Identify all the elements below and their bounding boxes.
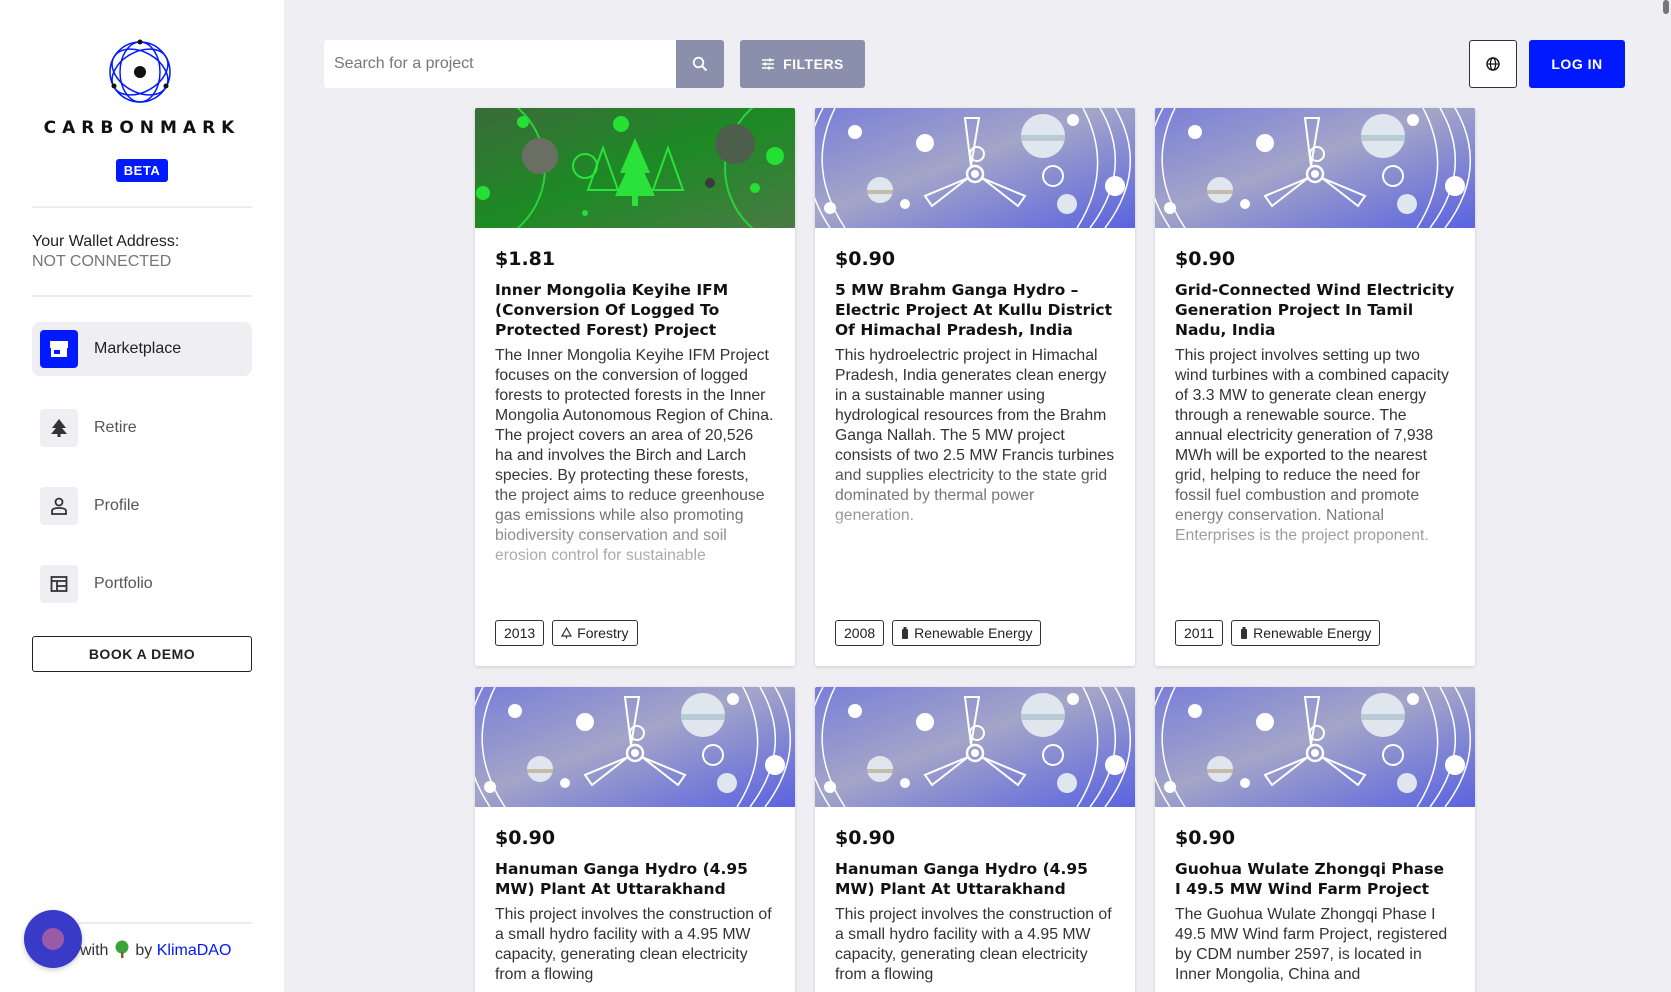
project-price: $0.90	[495, 827, 556, 849]
project-description: This project involves the construction o…	[495, 906, 772, 983]
category-label: Forestry	[577, 625, 629, 641]
divider	[32, 206, 252, 208]
category-label: Renewable Energy	[914, 625, 1033, 641]
search-icon	[692, 56, 708, 72]
project-description: The Inner Mongolia Keyihe IFM Project fo…	[495, 347, 774, 564]
nav-label: Marketplace	[94, 340, 182, 357]
project-price: $0.90	[1175, 827, 1236, 849]
language-button[interactable]	[1469, 40, 1517, 88]
category-tag: Renewable Energy	[892, 620, 1042, 646]
chat-launcher-button[interactable]	[24, 910, 82, 968]
search-button[interactable]	[676, 40, 724, 88]
project-price: $0.90	[835, 827, 896, 849]
nav-item-portfolio[interactable]: Portfolio	[32, 557, 252, 611]
project-description: This project involves the construction o…	[835, 906, 1112, 983]
project-card[interactable]: $0.90 Guohua Wulate Zhongqi Phase I 49.5…	[1155, 687, 1475, 992]
scrollbar-thumb[interactable]	[1663, 0, 1669, 14]
project-price: $0.90	[1175, 248, 1236, 270]
nav-item-marketplace[interactable]: Marketplace	[32, 322, 252, 376]
category-tag: Renewable Energy	[1231, 620, 1381, 646]
project-card[interactable]: $0.90 5 MW Brahm Ganga Hydro – Electric …	[815, 108, 1135, 666]
energy-banner-image	[815, 687, 1135, 807]
project-title: Grid-Connected Wind Electricity Generati…	[1175, 281, 1455, 339]
project-title: Guohua Wulate Zhongqi Phase I 49.5 MW Wi…	[1175, 860, 1445, 898]
project-tags: 2008 Renewable Energy	[835, 620, 1042, 646]
vintage-year-tag: 2013	[495, 620, 545, 646]
person-icon	[40, 487, 78, 525]
brand-name: CARBONMARK	[43, 118, 241, 138]
search-input[interactable]	[334, 55, 676, 73]
battery-icon	[1241, 627, 1248, 639]
vintage-year-tag: 2011	[1175, 620, 1224, 646]
by-text: by	[135, 942, 153, 959]
project-title: Hanuman Ganga Hydro (4.95 MW) Plant At U…	[835, 860, 1088, 898]
project-price: $0.90	[835, 248, 896, 270]
filters-button[interactable]: FILTERS	[740, 40, 865, 88]
sidebar: CARBONMARK BETA Your Wallet Address: NOT…	[0, 0, 284, 992]
book-demo-button[interactable]: BOOK A DEMO	[32, 636, 252, 672]
category-tag: Forestry	[552, 620, 638, 646]
klimadao-link[interactable]: KlimaDAO	[157, 942, 232, 959]
project-title: Inner Mongolia Keyihe IFM (Conversion Of…	[495, 281, 729, 339]
store-icon	[40, 330, 78, 368]
carbonmark-logo-icon[interactable]	[104, 36, 176, 108]
forestry-banner-image	[475, 108, 795, 228]
sliders-icon	[762, 58, 775, 70]
globe-icon	[1486, 57, 1500, 71]
portfolio-icon	[40, 565, 78, 603]
project-card[interactable]: $1.81 Inner Mongolia Keyihe IFM (Convers…	[475, 108, 795, 666]
nav-label: Portfolio	[94, 575, 153, 592]
made-with-text: with	[80, 942, 109, 959]
chat-icon	[42, 928, 64, 950]
energy-banner-image	[1155, 687, 1475, 807]
project-card[interactable]: $0.90 Hanuman Ganga Hydro (4.95 MW) Plan…	[815, 687, 1135, 992]
project-description: The Guohua Wulate Zhongqi Phase I 49.5 M…	[1175, 906, 1448, 983]
wallet-address-value: NOT CONNECTED	[32, 253, 172, 270]
energy-banner-image	[815, 108, 1135, 228]
nav-item-retire[interactable]: Retire	[32, 401, 252, 455]
project-tags: 2013 Forestry	[495, 620, 638, 646]
project-description: This hydroelectric project in Himachal P…	[835, 347, 1115, 524]
project-title: Hanuman Ganga Hydro (4.95 MW) Plant At U…	[495, 860, 748, 898]
category-label: Renewable Energy	[1253, 625, 1372, 641]
nav-label: Profile	[94, 497, 140, 514]
divider	[32, 295, 252, 297]
tree-emoji-icon	[115, 940, 129, 958]
project-card[interactable]: $0.90 Grid-Connected Wind Electricity Ge…	[1155, 108, 1475, 666]
beta-badge: BETA	[116, 159, 168, 182]
tree-icon	[40, 409, 78, 447]
made-with-footer: with by KlimaDAO	[80, 940, 231, 960]
project-title: 5 MW Brahm Ganga Hydro – Electric Projec…	[835, 281, 1113, 339]
filters-label: FILTERS	[783, 56, 844, 72]
search-field[interactable]	[324, 40, 676, 88]
vintage-year-tag: 2008	[835, 620, 885, 646]
energy-banner-image	[1155, 108, 1475, 228]
project-price: $1.81	[495, 248, 556, 270]
leaf-icon	[561, 627, 573, 639]
nav-item-profile[interactable]: Profile	[32, 479, 252, 533]
nav-label: Retire	[94, 419, 137, 436]
login-button[interactable]: LOG IN	[1529, 40, 1625, 88]
wallet-address-label: Your Wallet Address:	[32, 233, 180, 250]
energy-banner-image	[475, 687, 795, 807]
project-description: This project involves setting up two win…	[1175, 347, 1449, 544]
project-tags: 2011 Renewable Energy	[1175, 620, 1381, 646]
battery-icon	[902, 627, 909, 639]
project-card[interactable]: $0.90 Hanuman Ganga Hydro (4.95 MW) Plan…	[475, 687, 795, 992]
